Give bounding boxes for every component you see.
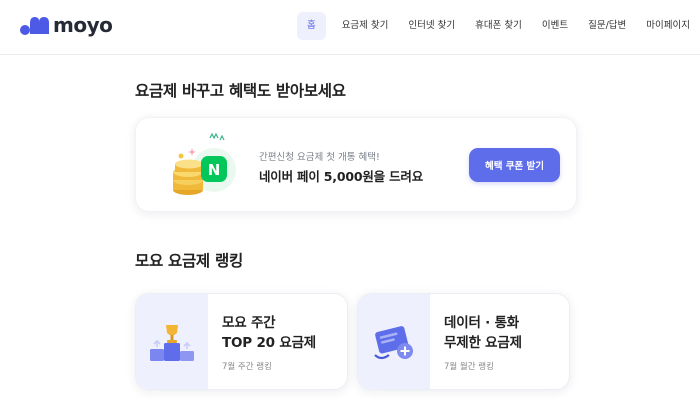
nav-plan-search[interactable]: 요금제 찾기 bbox=[332, 12, 399, 40]
naver-badge-letter: N bbox=[208, 161, 221, 179]
coupon-card[interactable]: N 간편신청 요금제 첫 개통 혜택! 네이버 페이 5,000원을 드려요 혜… bbox=[135, 117, 577, 212]
ranking-section-title: 모요 요금제 랭킹 bbox=[135, 252, 243, 270]
moyo-logo-mark-icon bbox=[20, 17, 49, 35]
ranking-card-illustration bbox=[358, 294, 430, 389]
top-navigation-bar: moyo 홈 요금제 찾기 인터넷 찾기 휴대폰 찾기 이벤트 질문/답변 마이… bbox=[0, 0, 700, 55]
ranking-card-title: 모요 주간 TOP 20 요금제 bbox=[222, 315, 317, 351]
trophy-podium-icon bbox=[150, 324, 194, 361]
naver-pay-coins-icon: N bbox=[173, 132, 236, 195]
get-coupon-button[interactable]: 혜택 쿠폰 받기 bbox=[469, 148, 560, 182]
nav-phone-search[interactable]: 휴대폰 찾기 bbox=[465, 12, 532, 40]
ranking-card-subtitle: 7월 주간 랭킹 bbox=[222, 362, 272, 372]
coupon-subtitle: 간편신청 요금제 첫 개통 혜택! bbox=[259, 152, 380, 163]
nav-events[interactable]: 이벤트 bbox=[532, 12, 578, 40]
moyo-logo[interactable]: moyo bbox=[20, 13, 113, 37]
coupon-headline: 네이버 페이 5,000원을 드려요 bbox=[259, 169, 423, 184]
nav-mypage[interactable]: 마이페이지 bbox=[636, 12, 700, 40]
nav-internet-search[interactable]: 인터넷 찾기 bbox=[398, 12, 465, 40]
infinity-card-icon bbox=[374, 325, 413, 359]
logo-text: moyo bbox=[53, 13, 113, 37]
coupon-section-title: 요금제 바꾸고 혜택도 받아보세요 bbox=[135, 82, 346, 100]
ranking-card-weekly-top20[interactable]: 모요 주간 TOP 20 요금제 7월 주간 랭킹 bbox=[135, 293, 348, 390]
ranking-card-illustration bbox=[136, 294, 208, 389]
nav-qna[interactable]: 질문/답변 bbox=[578, 12, 636, 40]
nav-home[interactable]: 홈 bbox=[296, 12, 326, 40]
main-nav: 홈 요금제 찾기 인터넷 찾기 휴대폰 찾기 이벤트 질문/답변 마이페이지 bbox=[296, 12, 700, 40]
ranking-card-title: 데이터 · 통화 무제한 요금제 bbox=[444, 315, 522, 351]
ranking-card-unlimited[interactable]: 데이터 · 통화 무제한 요금제 7월 월간 랭킹 bbox=[357, 293, 570, 390]
ranking-card-subtitle: 7월 월간 랭킹 bbox=[444, 362, 494, 372]
